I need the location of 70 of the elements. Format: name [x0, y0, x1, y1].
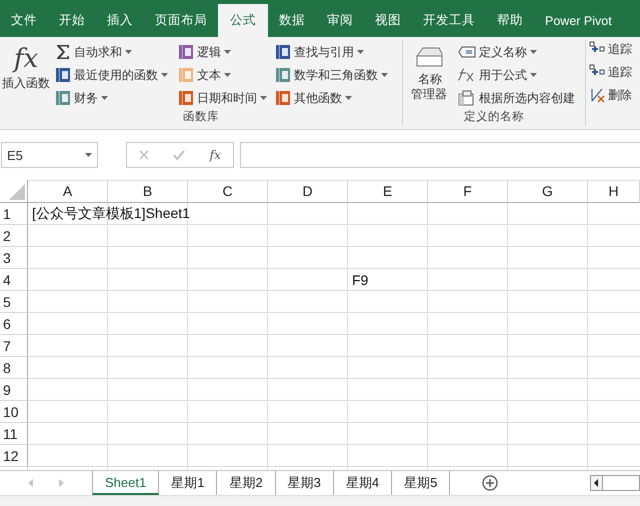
row-header[interactable]: 1: [0, 203, 28, 225]
formula-tag-icon: [458, 67, 476, 83]
column-header[interactable]: E: [348, 180, 428, 203]
scroll-left-icon[interactable]: [28, 479, 33, 487]
insert-function-button[interactable]: fx: [210, 148, 221, 162]
row-header[interactable]: 8: [0, 357, 28, 379]
check-icon[interactable]: [173, 150, 186, 160]
ribbon-tab[interactable]: 公式: [218, 4, 268, 37]
ribbon-tab[interactable]: 文件: [0, 4, 48, 37]
scroll-right-icon[interactable]: [59, 479, 64, 487]
row-header[interactable]: 9: [0, 379, 28, 401]
row-header[interactable]: 7: [0, 335, 28, 357]
row-header[interactable]: 3: [0, 247, 28, 269]
row-header[interactable]: 5: [0, 291, 28, 313]
remove-arrows-icon: [589, 87, 605, 103]
ribbon-tab[interactable]: 帮助: [486, 4, 534, 37]
column-header[interactable]: F: [428, 180, 508, 203]
row-header[interactable]: 11: [0, 423, 28, 445]
ribbon-command[interactable]: 文本: [175, 64, 272, 86]
ribbon-command[interactable]: 删除: [586, 84, 640, 106]
ribbon-command[interactable]: 逻辑: [175, 41, 272, 63]
ribbon-command[interactable]: 其他函数: [272, 87, 400, 109]
ribbon-command[interactable]: 数学和三角函数: [272, 64, 400, 86]
column-header[interactable]: D: [268, 180, 348, 203]
ribbon-tab[interactable]: 开始: [48, 4, 96, 37]
column-header[interactable]: C: [188, 180, 268, 203]
group-title: 定义的名称: [464, 109, 524, 125]
ribbon-tab[interactable]: 插入: [96, 4, 144, 37]
formula-input[interactable]: [240, 142, 640, 168]
ribbon-command[interactable]: 最近使用的函数: [52, 64, 175, 86]
sigma-icon: [55, 44, 71, 60]
sheet-tab[interactable]: Sheet1: [92, 471, 160, 495]
column-header[interactable]: B: [108, 180, 188, 203]
select-all-icon[interactable]: [9, 184, 25, 200]
column-header[interactable]: G: [508, 180, 588, 203]
ribbon-tab[interactable]: 数据: [268, 4, 316, 37]
ribbon-command[interactable]: 追踪: [586, 38, 640, 60]
ribbon-command[interactable]: 追踪: [586, 61, 640, 83]
cancel-icon[interactable]: [139, 150, 150, 160]
ribbon-command[interactable]: 日期和时间: [175, 87, 272, 109]
ribbon-tab[interactable]: 页面布局: [144, 4, 218, 37]
insert-function-button[interactable]: fx 插入函数: [0, 40, 52, 109]
column-header[interactable]: A: [28, 180, 108, 203]
caret-icon: [85, 153, 92, 157]
ribbon-command[interactable]: 财务: [52, 87, 175, 109]
cell-text: [公众号文章模板1]Sheet1: [32, 205, 190, 223]
name-box[interactable]: E5: [1, 142, 98, 168]
scrollbar-icon[interactable]: [590, 475, 640, 491]
sheet-tab[interactable]: 星期3: [276, 471, 334, 495]
name-manager-button[interactable]: 名称管理器: [403, 40, 455, 109]
tag-icon: [458, 44, 476, 60]
table-grid-icon: [458, 90, 476, 106]
row-header[interactable]: 6: [0, 313, 28, 335]
row-header[interactable]: 2: [0, 225, 28, 247]
ribbon-tab[interactable]: 审阅: [316, 4, 364, 37]
cell-text: F9: [352, 272, 368, 288]
ribbon-command[interactable]: 根据所选内容创建: [455, 87, 583, 109]
column-header[interactable]: H: [588, 180, 640, 203]
row-header[interactable]: 10: [0, 401, 28, 423]
ribbon-tab[interactable]: Power Pivot: [534, 4, 623, 37]
row-header[interactable]: 12: [0, 445, 28, 467]
ribbon-tab[interactable]: 开发工具: [412, 4, 486, 37]
ribbon-command[interactable]: 查找与引用: [272, 41, 400, 63]
ribbon-command[interactable]: 用于公式: [455, 64, 583, 86]
row-header[interactable]: 4: [0, 269, 28, 291]
ribbon-tab[interactable]: 视图: [364, 4, 412, 37]
add-sheet-icon[interactable]: [482, 475, 498, 491]
ribbon-command[interactable]: 自动求和: [52, 41, 175, 63]
group-title: 函数库: [183, 109, 219, 125]
ribbon-command[interactable]: 定义名称: [455, 41, 583, 63]
